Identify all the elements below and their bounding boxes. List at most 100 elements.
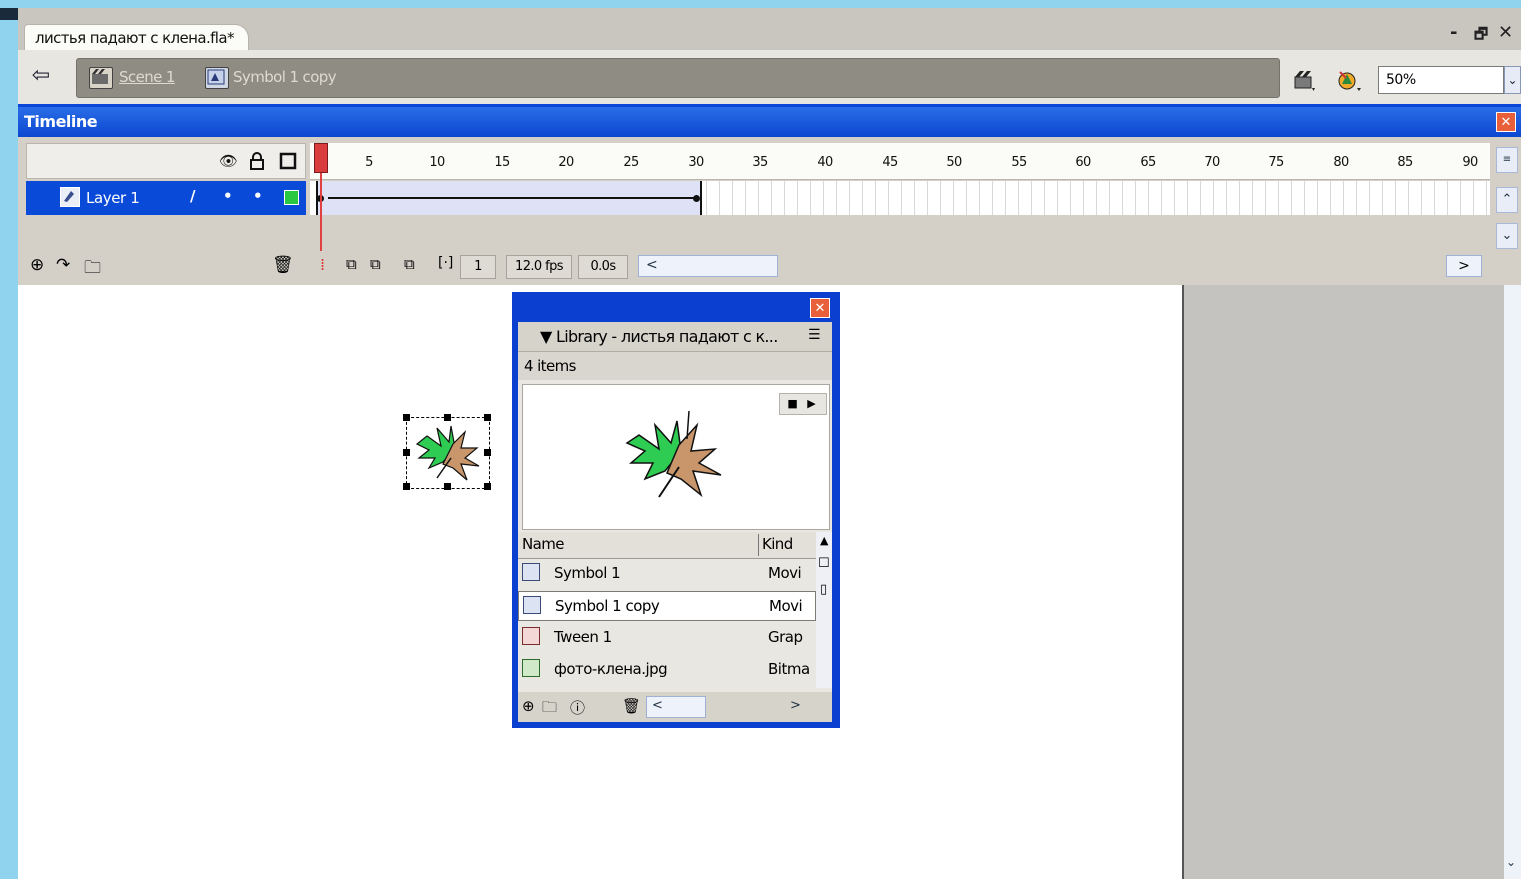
zoom-dropdown-chevron-icon[interactable]: ⌄ xyxy=(1504,66,1521,94)
elapsed-time: 0.0s xyxy=(578,255,628,279)
edit-symbol-icon[interactable] xyxy=(1336,68,1361,92)
library-content: ▼ Library - листья падают с к... ☰ 4 ite… xyxy=(518,322,832,722)
resize-handle[interactable] xyxy=(403,414,410,421)
selected-leaf-symbol[interactable] xyxy=(403,414,491,490)
delete-layer-icon[interactable]: 🗑 xyxy=(272,255,294,275)
add-guide-layer-icon[interactable]: ↷ xyxy=(56,255,70,275)
crumb-scene-1[interactable]: Scene 1 xyxy=(119,68,175,86)
library-item-selected[interactable]: Symbol 1 copy Movi xyxy=(518,591,816,621)
resize-handle[interactable] xyxy=(403,483,410,490)
maple-leaf-preview-icon xyxy=(625,410,722,498)
timeline-close-icon[interactable]: ✕ xyxy=(1496,112,1516,132)
wide-view-icon[interactable]: ☐ xyxy=(818,556,830,571)
playhead[interactable] xyxy=(314,143,328,173)
document-tab[interactable]: листья падают с клена.fla* xyxy=(24,24,249,51)
close-button[interactable]: ✕ xyxy=(1498,22,1513,43)
minimize-button[interactable]: - xyxy=(1450,22,1457,43)
onion-outlines-icon[interactable]: ⧉ xyxy=(370,255,381,273)
lock-icon[interactable] xyxy=(249,152,265,175)
zoom-input[interactable]: 50% xyxy=(1378,66,1504,94)
scroll-right-icon[interactable]: > xyxy=(790,698,801,713)
restore-button[interactable]: 🗗 xyxy=(1474,24,1488,49)
library-title[interactable]: ▼ Library - листья падают с к... xyxy=(518,322,832,352)
back-arrow-icon[interactable]: ⇦ xyxy=(26,64,56,90)
ruler-tick: 90 xyxy=(1462,155,1478,170)
library-v-scrollbar[interactable]: ▲ ☐ ▯ xyxy=(816,532,832,688)
lock-dot-icon[interactable]: • xyxy=(253,187,263,205)
timeline-status-bar: ⁞ ⧉ ⧉ ⧉ [·] 1 12.0 fps 0.0s < > xyxy=(310,251,1490,281)
ruler-tick: 50 xyxy=(946,155,962,170)
resize-handle[interactable] xyxy=(484,414,491,421)
visible-dot-icon[interactable]: • xyxy=(223,187,233,205)
outline-color-swatch[interactable] xyxy=(284,190,299,205)
library-column-headers: Name Kind xyxy=(518,532,816,559)
eye-icon[interactable]: 👁 xyxy=(219,152,238,170)
preview-play-controls[interactable]: ■ ▶ xyxy=(779,393,827,415)
library-item-kind: Bitma xyxy=(768,660,810,678)
maple-leaf-icon xyxy=(415,425,480,481)
column-divider[interactable] xyxy=(758,534,759,556)
scroll-left-icon[interactable]: < xyxy=(652,698,663,713)
library-item[interactable]: Tween 1 Grap xyxy=(518,623,816,653)
library-panel: ✕ ▼ Library - листья падают с к... ☰ 4 i… xyxy=(512,292,840,728)
timeline-panel: Timeline ✕ 👁 Layer 1 / • • ⊕ ↷ 🗀 🗑 5 10 … xyxy=(18,104,1521,288)
column-name[interactable]: Name xyxy=(522,535,564,553)
library-close-icon[interactable]: ✕ xyxy=(810,298,830,318)
layer-name[interactable]: Layer 1 xyxy=(86,189,140,207)
narrow-view-icon[interactable]: ▯ xyxy=(820,582,827,597)
outline-icon[interactable] xyxy=(279,152,297,175)
frame-rate[interactable]: 12.0 fps xyxy=(506,255,572,279)
edit-scene-icon[interactable] xyxy=(1292,68,1316,92)
scroll-down-icon[interactable]: ⌄ xyxy=(1496,223,1518,249)
layer-icon xyxy=(60,187,80,207)
end-keyframe[interactable] xyxy=(693,195,700,202)
crumb-symbol-1-copy[interactable]: Symbol 1 copy xyxy=(233,68,337,86)
ruler-tick: 15 xyxy=(494,155,510,170)
onion-skin-icon[interactable]: ⧉ xyxy=(346,255,357,273)
modify-markers-icon[interactable]: [·] xyxy=(438,255,453,271)
edit-multiple-frames-icon[interactable]: ⧉ xyxy=(404,255,415,273)
pencil-icon: / xyxy=(190,187,196,205)
scroll-right-icon[interactable]: > xyxy=(1446,255,1482,277)
scroll-up-icon[interactable]: ⌃ xyxy=(1496,187,1518,213)
new-folder-icon[interactable]: 🗀 xyxy=(542,697,557,722)
resize-handle[interactable] xyxy=(444,483,451,490)
library-item-count: 4 items xyxy=(518,352,832,380)
timeline-title[interactable]: Timeline xyxy=(18,107,1521,137)
properties-icon[interactable]: ⓘ xyxy=(570,697,585,718)
frame-ruler[interactable]: 1 5 10 15 20 25 30 35 40 45 50 55 60 65 … xyxy=(310,143,1490,180)
ruler-tick: 5 xyxy=(365,155,373,170)
stage-area: ⌄ ✕ ▼ Library - листья падают с к... ☰ 4… xyxy=(18,285,1521,879)
add-layer-icon[interactable]: ⊕ xyxy=(30,255,44,275)
resize-handle[interactable] xyxy=(484,483,491,490)
resize-handle[interactable] xyxy=(444,414,451,421)
tween-arrow xyxy=(328,197,694,199)
resize-handle[interactable] xyxy=(484,449,491,456)
graphic-icon xyxy=(522,627,540,645)
flash-document-window: листья падают с клена.fla* - 🗗 ✕ ⇦ Scene… xyxy=(18,8,1521,879)
movieclip-icon xyxy=(522,563,540,581)
ruler-tick: 85 xyxy=(1397,155,1413,170)
layer-row[interactable]: Layer 1 / • • xyxy=(26,181,306,215)
library-item[interactable]: Symbol 1 Movi xyxy=(518,559,816,589)
ruler-tick: 65 xyxy=(1140,155,1156,170)
new-symbol-icon[interactable]: ⊕ xyxy=(522,697,535,715)
column-kind[interactable]: Kind xyxy=(762,535,793,553)
layer-header: 👁 xyxy=(26,143,306,179)
resize-handle[interactable] xyxy=(403,449,410,456)
delete-item-icon[interactable]: 🗑 xyxy=(622,697,641,715)
pasteboard xyxy=(1182,285,1506,879)
timeline-options-icon[interactable]: ≡ xyxy=(1496,147,1518,173)
library-item[interactable]: фото-клена.jpg Bitma xyxy=(518,655,816,685)
scroll-down-icon[interactable]: ⌄ xyxy=(1506,855,1516,869)
center-frame-icon[interactable]: ⁞ xyxy=(320,255,325,274)
stage-v-scrollbar[interactable]: ⌄ xyxy=(1504,285,1521,879)
playhead-line xyxy=(320,173,322,251)
sort-arrow-icon[interactable]: ▲ xyxy=(820,534,828,547)
timeline-h-scrollbar[interactable] xyxy=(638,255,778,277)
library-menu-icon[interactable]: ☰ xyxy=(808,327,821,343)
scroll-left-icon[interactable]: < xyxy=(646,257,658,273)
add-folder-icon[interactable]: 🗀 xyxy=(84,255,101,284)
current-frame: 1 xyxy=(460,255,496,279)
movieclip-icon xyxy=(523,596,541,614)
